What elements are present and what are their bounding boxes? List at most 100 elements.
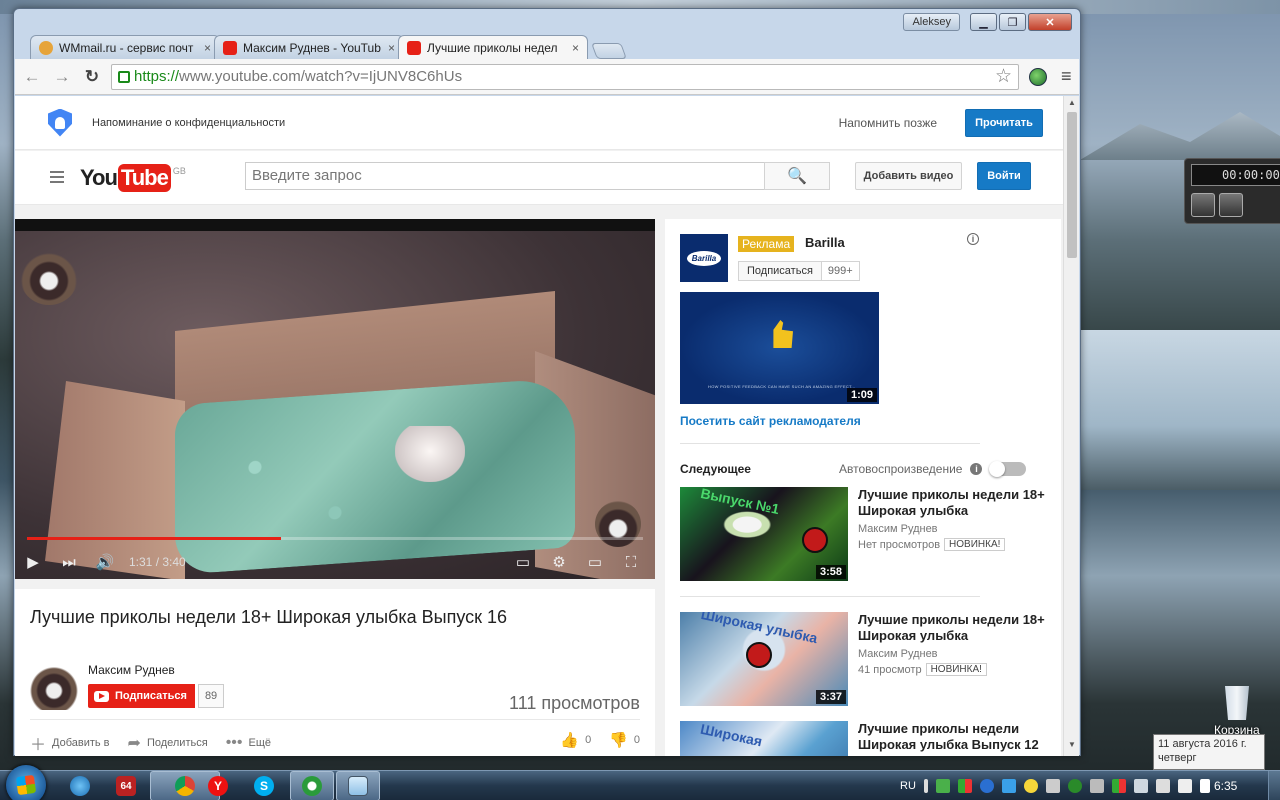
visit-advertiser-link[interactable]: Посетить сайт рекламодателя bbox=[680, 414, 861, 428]
language-indicator[interactable]: RU bbox=[900, 780, 916, 792]
close-window-button[interactable]: ✕ bbox=[1028, 13, 1072, 31]
tray-green-icon[interactable] bbox=[1067, 779, 1082, 793]
related-views: Нет просмотров bbox=[858, 538, 941, 551]
scroll-thumb[interactable] bbox=[1067, 112, 1077, 258]
stop-icon[interactable] bbox=[1191, 193, 1215, 217]
subscribe-label: Подписаться bbox=[115, 690, 187, 702]
tray-app-icon[interactable] bbox=[957, 779, 972, 793]
tray-disk-icon[interactable] bbox=[1045, 779, 1060, 793]
related-title[interactable]: Лучшие приколы недели 18+ Широкая улыбка bbox=[858, 612, 1058, 644]
volume-tray-icon[interactable] bbox=[1177, 779, 1192, 793]
action-center-flag-icon[interactable] bbox=[1199, 779, 1210, 793]
barilla-logo[interactable]: Barilla bbox=[680, 234, 728, 282]
related-author: Максим Руднев bbox=[858, 648, 938, 660]
browser-menu-icon[interactable]: ≡ bbox=[1061, 66, 1072, 87]
wallpaper-mountain bbox=[1080, 112, 1280, 160]
tray-yellow-icon[interactable] bbox=[1023, 779, 1038, 793]
download-arrow-icon[interactable] bbox=[935, 779, 950, 793]
start-button[interactable] bbox=[6, 765, 46, 800]
back-arrow-icon[interactable]: ← bbox=[19, 64, 45, 90]
show-desktop-button[interactable] bbox=[1268, 771, 1280, 800]
tab-close-icon[interactable]: × bbox=[572, 41, 579, 55]
tray-monitor-icon[interactable] bbox=[1155, 779, 1170, 793]
next-icon[interactable]: ⏭ bbox=[51, 554, 87, 571]
read-button[interactable]: Прочитать bbox=[965, 108, 1043, 137]
taskbar-notepad[interactable] bbox=[336, 771, 380, 800]
taskbar-64[interactable]: 64 bbox=[106, 771, 146, 800]
minimize-button[interactable]: ▁ bbox=[970, 13, 997, 31]
share-button[interactable]: ➦ Поделиться bbox=[128, 733, 208, 753]
page-scrollbar[interactable]: ▲ ▼ bbox=[1063, 96, 1079, 756]
tray-network-icon[interactable] bbox=[1133, 779, 1148, 793]
ad-video-thumbnail[interactable]: HOW POSITIVE FEEDBACK CAN HAVE SUCH AN A… bbox=[680, 292, 879, 404]
forward-arrow-icon[interactable]: → bbox=[49, 64, 75, 90]
list-item[interactable]: Выпуск №1 3:58 Лучшие приколы недели 18+… bbox=[680, 487, 1060, 583]
tray-grid-icon[interactable] bbox=[1111, 779, 1126, 793]
like-button[interactable]: 👍 0 bbox=[560, 731, 591, 749]
branding-watermark-icon[interactable] bbox=[595, 501, 641, 547]
fullscreen-icon[interactable]: ⛶ bbox=[613, 553, 649, 571]
remind-later-button[interactable]: Напомнить позже bbox=[839, 116, 937, 130]
info-icon[interactable]: i bbox=[967, 233, 979, 245]
advertiser-name[interactable]: Barilla bbox=[805, 235, 845, 250]
tab-channel[interactable]: Максим Руднев - YouTub × bbox=[214, 35, 404, 59]
tab-wmmail[interactable]: WMmail.ru - сервис почт × bbox=[30, 35, 220, 59]
related-title[interactable]: Лучшие приколы недели 18+ Широкая улыбка bbox=[858, 487, 1058, 519]
subscriber-count: 89 bbox=[197, 684, 225, 708]
maximize-button[interactable]: ❐ bbox=[999, 13, 1026, 31]
subscribe-button[interactable]: Подписаться 89 bbox=[88, 684, 225, 708]
search-input[interactable]: Введите запрос bbox=[245, 162, 765, 190]
taskbar-skype[interactable]: S bbox=[244, 771, 284, 800]
ad-subscribe-button[interactable]: Подписаться 999+ bbox=[738, 261, 860, 281]
tab-close-icon[interactable]: × bbox=[388, 41, 395, 55]
list-item[interactable]: Широкая улыбка 3:37 Лучшие приколы недел… bbox=[680, 612, 1060, 708]
tray-expand-icon[interactable] bbox=[923, 779, 928, 793]
video-thumbnail[interactable]: Широкая bbox=[680, 721, 848, 756]
info-icon[interactable]: i bbox=[970, 463, 983, 475]
autoplay-toggle[interactable] bbox=[989, 461, 1027, 477]
reload-icon[interactable]: ↻ bbox=[79, 64, 105, 90]
add-to-button[interactable]: ＋ Добавить в bbox=[30, 731, 110, 755]
video-player[interactable]: ▶ ⏭ 🔊 1:31 / 3:40 ▭ ⚙ ▭ ⛶ bbox=[15, 219, 655, 579]
settings-gear-icon[interactable]: ⚙ bbox=[541, 553, 577, 571]
list-item[interactable]: Широкая Лучшие приколы недели Широкая ул… bbox=[680, 721, 1060, 756]
sign-in-button[interactable]: Войти bbox=[977, 162, 1031, 190]
taskbar-ie[interactable] bbox=[60, 771, 100, 800]
play-icon[interactable]: ▶ bbox=[15, 553, 51, 571]
ad-badge: Реклама bbox=[738, 236, 795, 252]
subtitles-icon[interactable]: ▭ bbox=[505, 553, 541, 571]
video-thumbnail[interactable]: Широкая улыбка 3:37 bbox=[680, 612, 848, 706]
guide-menu-icon[interactable] bbox=[50, 171, 64, 186]
related-views: 41 просмотр bbox=[858, 663, 922, 676]
taskbar-app[interactable] bbox=[290, 771, 334, 800]
dislike-button[interactable]: 👎 0 bbox=[609, 731, 640, 749]
scroll-down-icon[interactable]: ▼ bbox=[1064, 740, 1079, 754]
tab-video[interactable]: Лучшие приколы недел × bbox=[398, 35, 588, 59]
profile-button[interactable]: Aleksey bbox=[903, 13, 960, 31]
youtube-logo[interactable]: You Tube GB bbox=[80, 164, 186, 192]
taskbar-yandex[interactable]: Y bbox=[198, 771, 238, 800]
theater-mode-icon[interactable]: ▭ bbox=[577, 553, 613, 571]
tray-info-icon[interactable] bbox=[1001, 779, 1016, 793]
tray-globe-icon[interactable] bbox=[979, 779, 994, 793]
volume-icon[interactable]: 🔊 bbox=[87, 553, 123, 571]
tab-close-icon[interactable]: × bbox=[204, 41, 211, 55]
related-title[interactable]: Лучшие приколы недели Широкая улыбка Вып… bbox=[858, 721, 1058, 753]
app-64-icon: 64 bbox=[116, 776, 136, 796]
tray-device-icon[interactable] bbox=[1089, 779, 1104, 793]
progress-bar[interactable] bbox=[27, 537, 643, 540]
taskbar-clock[interactable]: 6:35 bbox=[1214, 779, 1237, 793]
play-pause-icon[interactable] bbox=[1219, 193, 1243, 217]
bookmark-star-icon[interactable]: ☆ bbox=[995, 65, 1012, 88]
video-thumbnail[interactable]: Выпуск №1 3:58 bbox=[680, 487, 848, 581]
upload-button[interactable]: Добавить видео bbox=[855, 162, 962, 190]
scroll-up-icon[interactable]: ▲ bbox=[1064, 98, 1079, 112]
owner-name[interactable]: Максим Руднев bbox=[88, 663, 175, 677]
recycle-bin-icon[interactable] bbox=[1225, 686, 1249, 720]
globe-extension-icon[interactable] bbox=[1029, 67, 1047, 86]
new-tab-button[interactable] bbox=[591, 43, 627, 59]
address-bar[interactable]: https:// www.youtube.com/watch?v=IjUNV8C… bbox=[111, 63, 1019, 90]
owner-avatar[interactable] bbox=[30, 662, 78, 710]
more-button[interactable]: ••• Ещё bbox=[226, 734, 271, 752]
search-icon[interactable]: 🔍 bbox=[764, 162, 830, 190]
